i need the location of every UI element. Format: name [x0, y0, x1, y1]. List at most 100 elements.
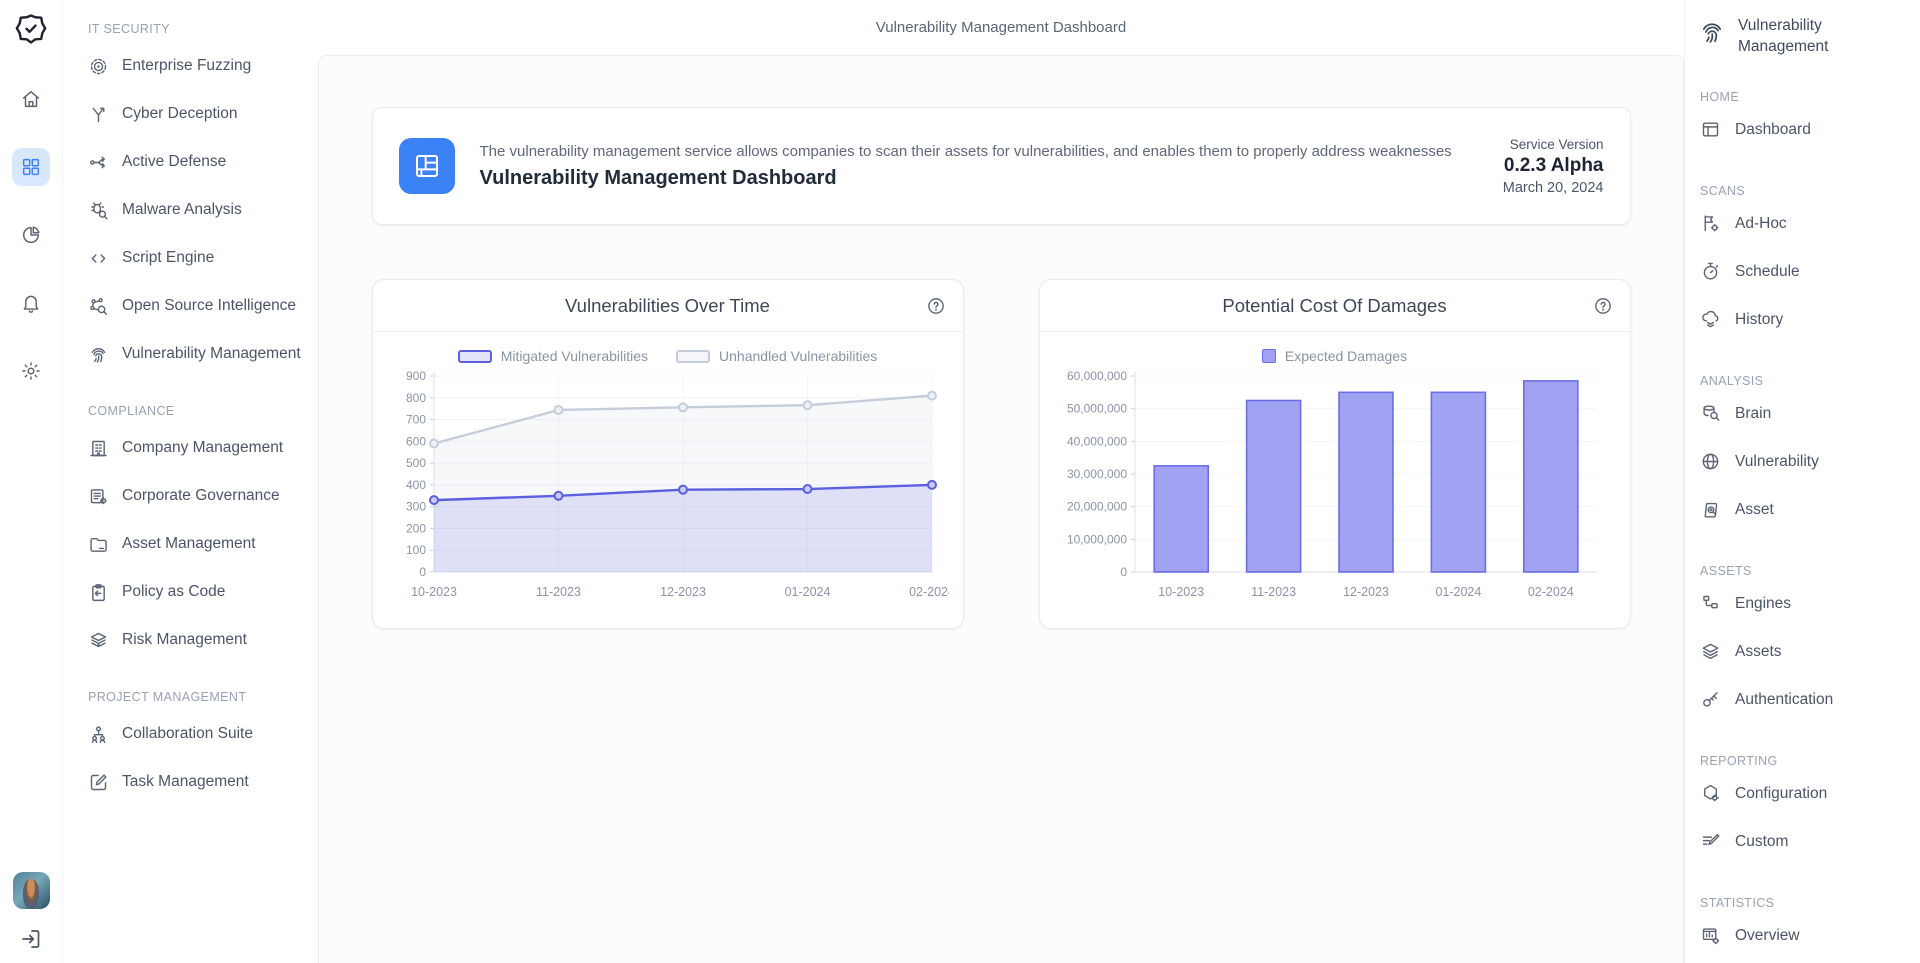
fuzzing-target-icon: [88, 56, 109, 77]
sidebar-item-vulnerability-management[interactable]: Vulnerability Management: [88, 330, 308, 378]
rightbar-item-history[interactable]: History: [1694, 296, 1912, 344]
sidebar-item-corporate-governance[interactable]: Corporate Governance: [88, 472, 308, 520]
svg-text:0: 0: [1120, 565, 1127, 579]
rightbar-item-authentication[interactable]: Authentication: [1694, 676, 1912, 724]
hierarchy-icon: [1700, 593, 1721, 614]
nav-item-label: Open Source Intelligence: [122, 297, 296, 315]
layers-icon: [1700, 641, 1721, 662]
rightbar-item-brain[interactable]: Brain: [1694, 390, 1912, 438]
chart-legend: Expected Damages: [1054, 348, 1616, 364]
nav-item-label: Collaboration Suite: [122, 725, 253, 743]
list-gear-icon: [88, 486, 109, 507]
nav-item-label: Assets: [1735, 643, 1782, 661]
nav-item-label: Company Management: [122, 439, 283, 457]
rightbar-item-dashboard[interactable]: Dashboard: [1694, 106, 1912, 154]
rail-item-pie-chart[interactable]: [12, 216, 50, 254]
nav-item-label: Schedule: [1735, 263, 1800, 281]
right-sidebar-header: Vulnerability Management: [1694, 12, 1912, 60]
help-icon[interactable]: [1593, 296, 1613, 316]
version-block: Service Version 0.2.3 Alpha March 20, 20…: [1503, 137, 1604, 196]
rail-item-settings-gear[interactable]: [12, 352, 50, 390]
logout-icon[interactable]: [19, 927, 43, 951]
svg-text:10-2023: 10-2023: [1158, 585, 1204, 599]
apps-grid-icon: [20, 156, 42, 178]
nav-item-label: Asset: [1735, 501, 1774, 519]
sidebar-item-risk-management[interactable]: Risk Management: [88, 616, 308, 664]
charts-row: Vulnerabilities Over Time Mitigated Vuln…: [372, 279, 1631, 629]
main-area: Vulnerability Management Dashboard The v…: [318, 0, 1684, 963]
rightbar-item-overview[interactable]: Overview: [1694, 912, 1912, 960]
legend-entry: Mitigated Vulnerabilities: [458, 348, 648, 364]
rightbar-item-engines[interactable]: Engines: [1694, 580, 1912, 628]
stopwatch-icon: [1700, 261, 1721, 282]
sidebar-item-task-management[interactable]: Task Management: [88, 758, 308, 806]
sidebar-item-script-engine[interactable]: Script Engine: [88, 234, 308, 282]
svg-text:500: 500: [405, 456, 425, 470]
sidebar-item-open-source-intelligence[interactable]: Open Source Intelligence: [88, 282, 308, 330]
page-title: Vulnerability Management Dashboard: [876, 19, 1126, 36]
rightbar-section-label: HOME: [1700, 90, 1912, 104]
nav-item-label: Enterprise Fuzzing: [122, 57, 251, 75]
content-panel: The vulnerability management service all…: [318, 55, 1684, 963]
key-icon: [1700, 689, 1721, 710]
route-arrows-icon: [88, 152, 109, 173]
rightbar-item-schedule[interactable]: Schedule: [1694, 248, 1912, 296]
nav-item-label: Malware Analysis: [122, 201, 242, 219]
sidebar-item-malware-analysis[interactable]: Malware Analysis: [88, 186, 308, 234]
branch-deception-icon: [88, 104, 109, 125]
nav-item-label: Dashboard: [1735, 121, 1811, 139]
topbar: Vulnerability Management Dashboard: [318, 0, 1684, 55]
rightbar-item-vulnerability[interactable]: Vulnerability: [1694, 438, 1912, 486]
pie-chart-icon: [20, 224, 42, 246]
rightbar-item-assets[interactable]: Assets: [1694, 628, 1912, 676]
nav-item-label: Overview: [1735, 927, 1800, 945]
svg-text:10-2023: 10-2023: [411, 585, 457, 599]
right-sidebar: Vulnerability Management HOME Dashboard SC…: [1684, 0, 1920, 963]
legend-entry: Unhandled Vulnerabilities: [676, 348, 877, 364]
sidebar-item-asset-management[interactable]: Asset Management: [88, 520, 308, 568]
legend-label: Unhandled Vulnerabilities: [719, 348, 877, 364]
edit-square-icon: [88, 772, 109, 793]
dashboard-layout-icon: [399, 138, 455, 194]
sidebar-item-policy-as-code[interactable]: Policy as Code: [88, 568, 308, 616]
svg-text:600: 600: [405, 434, 425, 448]
rightbar-item-custom[interactable]: Custom: [1694, 818, 1912, 866]
sidebar-item-collaboration-suite[interactable]: Collaboration Suite: [88, 710, 308, 758]
database-search-icon: [1700, 403, 1721, 424]
rightbar-item-ad-hoc[interactable]: Ad-Hoc: [1694, 200, 1912, 248]
cloud-history-icon: [1700, 309, 1721, 330]
rail-item-notifications-bell[interactable]: [12, 284, 50, 322]
sidebar-section-label: COMPLIANCE: [88, 404, 308, 418]
pen-lines-icon: [1700, 831, 1721, 852]
right-sidebar-nav: HOME Dashboard SCANS Ad-Hoc Schedule History A…: [1694, 90, 1912, 960]
rightbar-item-configuration[interactable]: Configuration: [1694, 770, 1912, 818]
network-search-icon: [88, 296, 109, 317]
nav-item-label: Active Defense: [122, 153, 226, 171]
nav-item-label: Asset Management: [122, 535, 256, 553]
sidebar-item-active-defense[interactable]: Active Defense: [88, 138, 308, 186]
potential-cost-of-damages-card: Potential Cost Of Damages Expected Damag…: [1039, 279, 1631, 629]
flag-target-icon: [1700, 213, 1721, 234]
user-avatar[interactable]: [13, 872, 50, 909]
service-title: Vulnerability Management Dashboard: [480, 167, 1452, 190]
shield-check-logo-icon: [14, 12, 48, 46]
svg-text:02-2024: 02-2024: [909, 585, 949, 599]
sidebar-item-cyber-deception[interactable]: Cyber Deception: [88, 90, 308, 138]
rightbar-section-label: SCANS: [1700, 184, 1912, 198]
nav-item-label: Configuration: [1735, 785, 1827, 803]
sidebar-item-company-management[interactable]: Company Management: [88, 424, 308, 472]
rail-item-apps-grid[interactable]: [12, 148, 50, 186]
rail-item-home[interactable]: [12, 80, 50, 118]
svg-text:11-2023: 11-2023: [536, 585, 581, 599]
sidebar-item-enterprise-fuzzing[interactable]: Enterprise Fuzzing: [88, 42, 308, 90]
bar-chart: 010,000,00020,000,00030,000,00040,000,00…: [1054, 364, 1616, 604]
svg-text:30,000,000: 30,000,000: [1066, 467, 1126, 481]
svg-text:40,000,000: 40,000,000: [1066, 434, 1126, 448]
svg-text:300: 300: [405, 500, 425, 514]
svg-text:800: 800: [405, 391, 425, 405]
help-icon[interactable]: [926, 296, 946, 316]
sidebar-section-label: PROJECT MANAGEMENT: [88, 690, 308, 704]
rightbar-item-asset[interactable]: Asset: [1694, 486, 1912, 534]
nav-item-label: Script Engine: [122, 249, 214, 267]
nav-item-label: Task Management: [122, 773, 249, 791]
